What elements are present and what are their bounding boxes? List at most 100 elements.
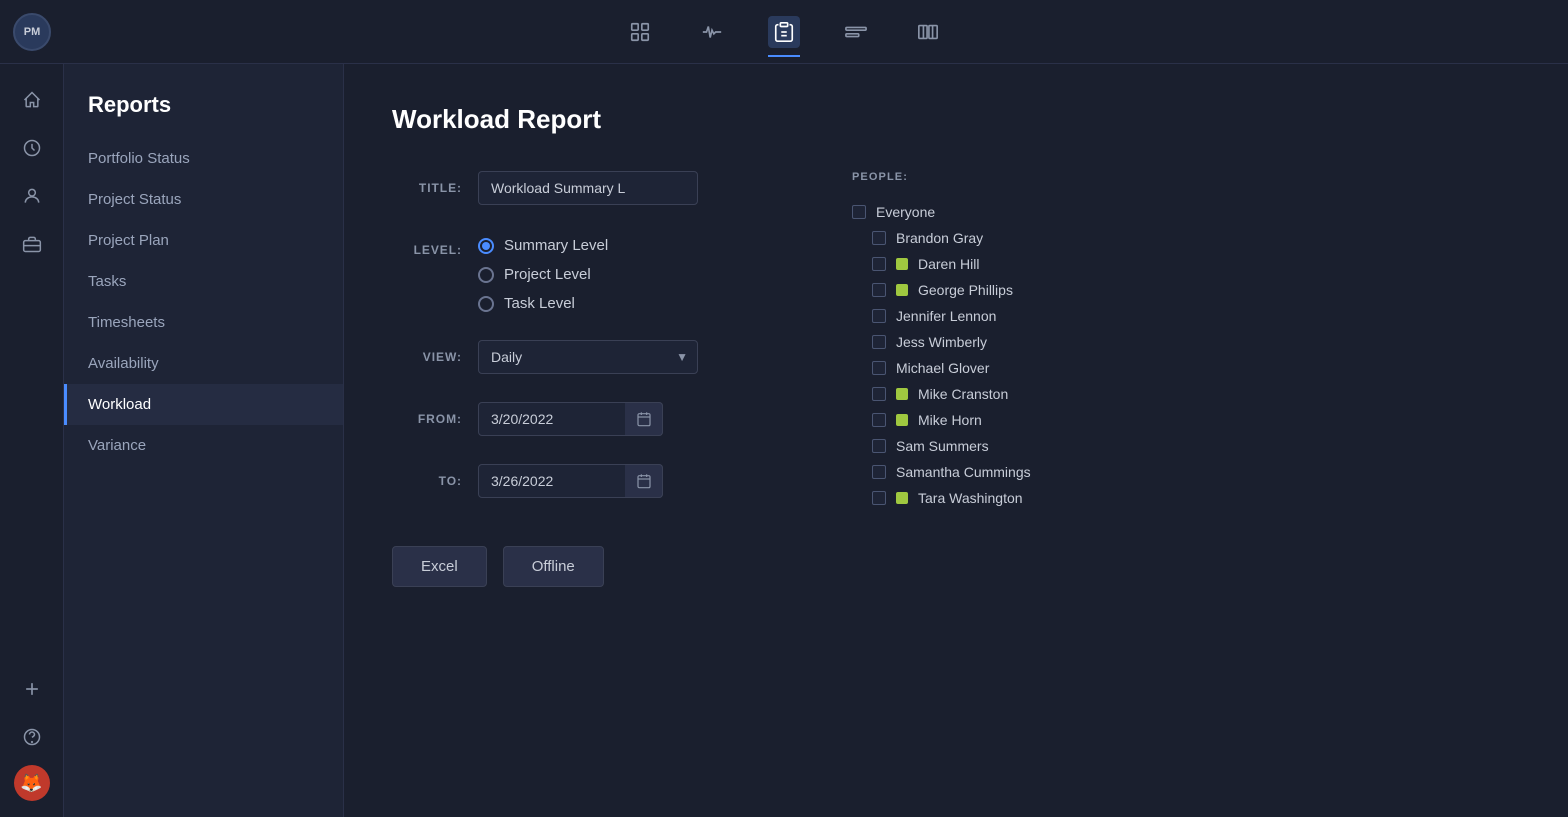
sidebar-bottom: 🦊: [12, 669, 52, 801]
from-row: FROM:: [392, 402, 772, 436]
daren-dot: [896, 258, 908, 270]
mike-h-name: Mike Horn: [918, 412, 982, 428]
tara-checkbox[interactable]: [872, 491, 886, 505]
sidebar-item-project-plan[interactable]: Project Plan: [64, 220, 343, 261]
radio-project-level[interactable]: Project Level: [478, 266, 608, 283]
view-row: VIEW: Daily Weekly Monthly ▼: [392, 340, 772, 374]
to-row: TO:: [392, 464, 772, 498]
radio-summary-label: Summary Level: [504, 237, 608, 254]
view-select[interactable]: Daily Weekly Monthly: [478, 340, 698, 374]
brandon-checkbox[interactable]: [872, 231, 886, 245]
sidebar-people-icon[interactable]: [12, 176, 52, 216]
dash-icon[interactable]: [840, 16, 872, 48]
user-avatar[interactable]: 🦊: [14, 765, 50, 801]
jess-name: Jess Wimberly: [896, 334, 987, 350]
to-date-wrapper: [478, 464, 663, 498]
scan-icon[interactable]: [624, 16, 656, 48]
sidebar-help-icon[interactable]: [12, 717, 52, 757]
person-daren-hill[interactable]: Daren Hill: [872, 251, 1132, 277]
mike-c-checkbox[interactable]: [872, 387, 886, 401]
samantha-name: Samantha Cummings: [896, 464, 1031, 480]
person-brandon-gray[interactable]: Brandon Gray: [872, 225, 1132, 251]
sidebar-clock-icon[interactable]: [12, 128, 52, 168]
sidebar-item-timesheets[interactable]: Timesheets: [64, 302, 343, 343]
tara-dot: [896, 492, 908, 504]
main-layout: 🦊 Reports Portfolio Status Project Statu…: [0, 64, 1568, 817]
michael-checkbox[interactable]: [872, 361, 886, 375]
button-row: Excel Offline: [392, 546, 772, 587]
mike-c-name: Mike Cranston: [918, 386, 1008, 402]
sidebar-home-icon[interactable]: [12, 80, 52, 120]
offline-button[interactable]: Offline: [503, 546, 604, 587]
sidebar-item-workload[interactable]: Workload: [64, 384, 343, 425]
person-mike-horn[interactable]: Mike Horn: [872, 407, 1132, 433]
sidebar-item-project-status[interactable]: Project Status: [64, 179, 343, 220]
sidebar-item-portfolio-status[interactable]: Portfolio Status: [64, 138, 343, 179]
pm-logo[interactable]: PM: [13, 13, 51, 51]
to-calendar-btn[interactable]: [625, 464, 663, 498]
everyone-name: Everyone: [876, 204, 935, 220]
reports-title: Reports: [64, 92, 343, 138]
to-label: TO:: [392, 464, 462, 488]
sam-name: Sam Summers: [896, 438, 989, 454]
people-section: PEOPLE: Everyone Brandon Gray Daren Hill: [852, 171, 1132, 587]
main-content: Workload Report TITLE: LEVEL: Summary Le…: [344, 64, 1568, 817]
samantha-checkbox[interactable]: [872, 465, 886, 479]
person-tara-washington[interactable]: Tara Washington: [872, 485, 1132, 511]
radio-summary-btn[interactable]: [478, 238, 494, 254]
radio-project-btn[interactable]: [478, 267, 494, 283]
radio-project-label: Project Level: [504, 266, 591, 283]
person-mike-cranston[interactable]: Mike Cranston: [872, 381, 1132, 407]
logo-text: PM: [24, 26, 41, 38]
sidebar-briefcase-icon[interactable]: [12, 224, 52, 264]
jess-checkbox[interactable]: [872, 335, 886, 349]
mike-h-checkbox[interactable]: [872, 413, 886, 427]
george-checkbox[interactable]: [872, 283, 886, 297]
michael-name: Michael Glover: [896, 360, 989, 376]
person-jess-wimberly[interactable]: Jess Wimberly: [872, 329, 1132, 355]
top-nav: PM: [0, 0, 1568, 64]
from-calendar-btn[interactable]: [625, 402, 663, 436]
person-george-phillips[interactable]: George Phillips: [872, 277, 1132, 303]
clipboard-icon[interactable]: [768, 16, 800, 48]
people-title: PEOPLE:: [852, 171, 1132, 183]
person-samantha-cummings[interactable]: Samantha Cummings: [872, 459, 1132, 485]
pulse-icon[interactable]: [696, 16, 728, 48]
form-fields: TITLE: LEVEL: Summary Level Project Leve…: [392, 171, 772, 587]
split-view-icon[interactable]: [912, 16, 944, 48]
page-title: Workload Report: [392, 104, 1520, 135]
from-label: FROM:: [392, 402, 462, 426]
george-name: George Phillips: [918, 282, 1013, 298]
form-section: TITLE: LEVEL: Summary Level Project Leve…: [392, 171, 1520, 587]
sidebar-item-tasks[interactable]: Tasks: [64, 261, 343, 302]
from-date-wrapper: [478, 402, 663, 436]
mike-c-dot: [896, 388, 908, 400]
sam-checkbox[interactable]: [872, 439, 886, 453]
radio-summary-level[interactable]: Summary Level: [478, 237, 608, 254]
jennifer-name: Jennifer Lennon: [896, 308, 996, 324]
person-sam-summers[interactable]: Sam Summers: [872, 433, 1132, 459]
radio-task-level[interactable]: Task Level: [478, 295, 608, 312]
title-input[interactable]: [478, 171, 698, 205]
sidebar-item-availability[interactable]: Availability: [64, 343, 343, 384]
title-label: TITLE:: [392, 171, 462, 195]
george-dot: [896, 284, 908, 296]
daren-checkbox[interactable]: [872, 257, 886, 271]
level-label: LEVEL:: [392, 233, 462, 257]
everyone-checkbox[interactable]: [852, 205, 866, 219]
sidebar-item-variance[interactable]: Variance: [64, 425, 343, 466]
level-radio-group: Summary Level Project Level Task Level: [478, 233, 608, 312]
mike-h-dot: [896, 414, 908, 426]
radio-task-label: Task Level: [504, 295, 575, 312]
excel-button[interactable]: Excel: [392, 546, 487, 587]
person-jennifer-lennon[interactable]: Jennifer Lennon: [872, 303, 1132, 329]
title-row: TITLE:: [392, 171, 772, 205]
jennifer-checkbox[interactable]: [872, 309, 886, 323]
person-everyone[interactable]: Everyone: [852, 199, 1132, 225]
person-michael-glover[interactable]: Michael Glover: [872, 355, 1132, 381]
sidebar-add-icon[interactable]: [12, 669, 52, 709]
tara-name: Tara Washington: [918, 490, 1023, 506]
radio-task-btn[interactable]: [478, 296, 494, 312]
top-nav-icons: [624, 16, 944, 48]
logo-area: PM: [0, 0, 64, 64]
